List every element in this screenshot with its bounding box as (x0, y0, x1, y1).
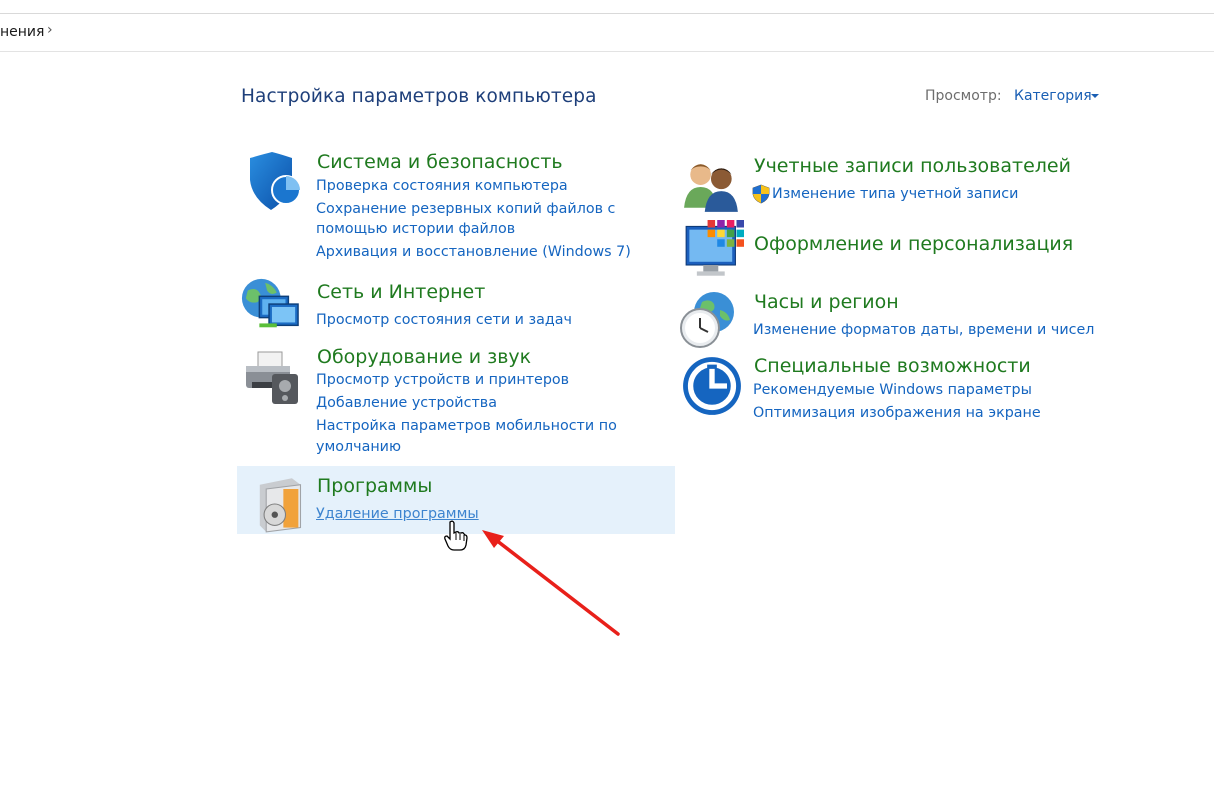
hand-pointer-cursor-icon (444, 520, 468, 551)
annotation-arrow (482, 530, 620, 636)
